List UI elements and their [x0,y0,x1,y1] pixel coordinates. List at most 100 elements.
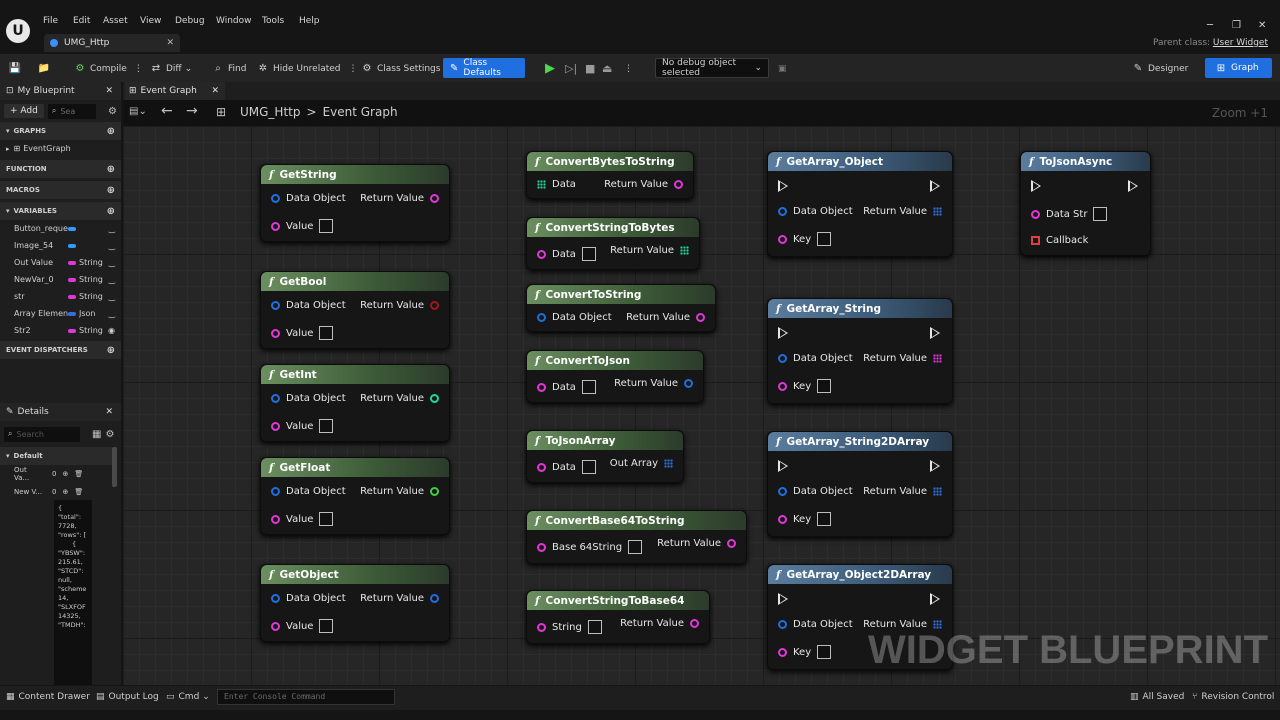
node-header[interactable]: f GetObject [261,565,449,584]
debug-object-select[interactable]: No debug object selected ⌄ [655,58,769,78]
string-pin-icon[interactable] [778,234,787,244]
my-blueprint-tab[interactable]: ⊡ My Blueprint ✕ [0,82,121,100]
exec-in-pin-icon[interactable] [1031,180,1041,192]
add-function-icon[interactable]: ⊕ [107,164,115,175]
string-pin-icon[interactable] [778,647,787,657]
string-pin-icon[interactable] [674,180,683,189]
node-header[interactable]: f GetArray_Object2DArray [768,565,952,584]
eject-icon[interactable]: ⏏ [602,60,612,77]
key-pin[interactable]: Key [778,232,832,246]
string-pin-icon[interactable] [1031,209,1040,219]
event-graph-canvas[interactable]: f GetString Data Object Return Value Valu… [123,126,1280,685]
exec-out-pin-icon[interactable] [930,593,940,605]
exec-in-pin-icon[interactable] [778,180,788,192]
string-pin-icon[interactable] [690,619,699,628]
byte-array-pin-icon[interactable] [680,246,689,255]
object-array-pin-icon[interactable] [664,459,673,468]
event-dispatchers-section[interactable]: EVENT DISPATCHERS ⊕ [0,341,121,359]
menu-tools[interactable]: Tools [262,16,284,26]
search-input[interactable]: ⌕ Sea [47,103,96,119]
node-header[interactable]: f ToJsonArray [527,431,683,450]
value-input[interactable] [319,219,334,233]
data-object-pin[interactable]: Data Object [778,353,853,364]
return-value-pin[interactable]: Return Value [360,486,439,497]
variable-item[interactable]: str String ‿ [0,288,121,305]
browse-icon[interactable]: 📁 [38,60,54,77]
forward-arrow-icon[interactable]: → [186,103,198,119]
node-header[interactable]: f GetInt [261,365,449,384]
string-pin-icon[interactable] [727,539,736,548]
value-input[interactable] [319,619,334,633]
cmd-dropdown[interactable]: ▭ Cmd ⌄ [166,692,210,702]
string-pin[interactable]: String [537,620,602,634]
add-dispatcher-icon[interactable]: ⊕ [107,345,115,356]
detail-row-value[interactable]: 0 [52,470,56,478]
debug-browse-icon[interactable]: ▣ [778,60,787,77]
event-graph-tab[interactable]: ⊞ Event Graph ✕ [125,82,225,100]
node-converttojson[interactable]: f ConvertToJson Data Return Value [526,350,704,403]
callback-pin[interactable]: Callback [1031,235,1088,246]
add-element-icon[interactable]: ⊕ [62,488,68,496]
data-pin[interactable]: Data [537,380,596,394]
node-convertstringtobytes[interactable]: f ConvertStringToBytes Data Return Value [526,217,700,270]
back-arrow-icon[interactable]: ← [161,103,173,119]
data-object-pin[interactable]: Data Object [271,193,346,204]
value-pin[interactable]: Value [271,419,334,433]
string-pin-icon[interactable] [696,313,705,322]
menu-asset[interactable]: Asset [103,16,128,26]
object-pin-icon[interactable] [271,594,280,603]
delete-icon[interactable]: 🗑 [74,470,83,478]
object-pin-icon[interactable] [684,379,693,388]
output-log-button[interactable]: ▤ Output Log [96,692,159,702]
variable-item[interactable]: Image_54 ‿ [0,237,121,254]
exec-in-pin-icon[interactable] [778,593,788,605]
string-pin-icon[interactable] [271,328,280,338]
add-variable-icon[interactable]: ⊕ [107,206,115,217]
eye-closed-icon[interactable]: ‿ [109,275,115,284]
string-input[interactable] [587,620,602,634]
data-object-pin[interactable]: Data Object [778,206,853,217]
content-drawer-button[interactable]: ▦ Content Drawer [6,692,90,702]
unreal-logo-icon[interactable]: U [6,19,30,43]
menu-help[interactable]: Help [299,16,320,26]
node-header[interactable]: f ConvertToJson [527,351,703,370]
data-pin[interactable]: Data [537,179,576,190]
return-value-pin[interactable]: Return Value [360,300,439,311]
compile-button[interactable]: ⚙ Compile ⋮ [74,60,143,77]
string-pin-icon[interactable] [537,542,546,552]
node-header[interactable]: f ToJsonAsync [1021,152,1150,171]
exec-out-pin-icon[interactable] [930,180,940,192]
return-value-pin[interactable]: Return Value [626,312,705,323]
object-pin-icon[interactable] [778,354,787,363]
graph-button[interactable]: ⊞ Graph [1205,58,1272,78]
data-object-pin[interactable]: Data Object [271,593,346,604]
data-input[interactable] [581,247,596,261]
add-button[interactable]: + Add [4,104,44,118]
node-convertbytestostring[interactable]: f ConvertBytesToString Data Return Value [526,151,694,199]
settings-gear-icon[interactable]: ⚙ [105,429,114,440]
string-pin-icon[interactable] [778,381,787,391]
default-section[interactable]: ▾ Default [0,447,112,465]
breadcrumb-leaf[interactable]: Event Graph [323,105,398,119]
object-pin-icon[interactable] [537,313,546,322]
eye-closed-icon[interactable]: ‿ [109,258,115,267]
node-header[interactable]: f ConvertStringToBytes [527,218,699,237]
settings-gear-icon[interactable]: ⚙ [108,106,117,117]
node-getarray-object[interactable]: f GetArray_Object Data Object Return Valu… [767,151,953,257]
all-saved-indicator[interactable]: ▥ All Saved [1130,692,1184,702]
menu-edit[interactable]: Edit [73,16,90,26]
class-settings-button[interactable]: ⚙ Class Settings [361,60,441,77]
key-input[interactable] [817,379,832,393]
play-icon[interactable]: ▶ [545,60,555,77]
data-input[interactable] [581,380,596,394]
node-header[interactable]: f ConvertBytesToString [527,152,693,171]
parent-class-link[interactable]: User Widget [1213,38,1268,48]
graphs-section[interactable]: ▾ GRAPHS ⊕ [0,122,121,140]
hide-unrelated-options-icon[interactable]: ⋮ [349,64,358,74]
return-value-pin[interactable]: Return Value [614,378,693,389]
breadcrumb-root[interactable]: UMG_Http [240,105,301,119]
variable-item[interactable]: Out Value String ‿ [0,254,121,271]
menu-debug[interactable]: Debug [175,16,205,26]
return-value-pin[interactable]: Return Value [360,193,439,204]
bool-pin-icon[interactable] [430,301,439,310]
